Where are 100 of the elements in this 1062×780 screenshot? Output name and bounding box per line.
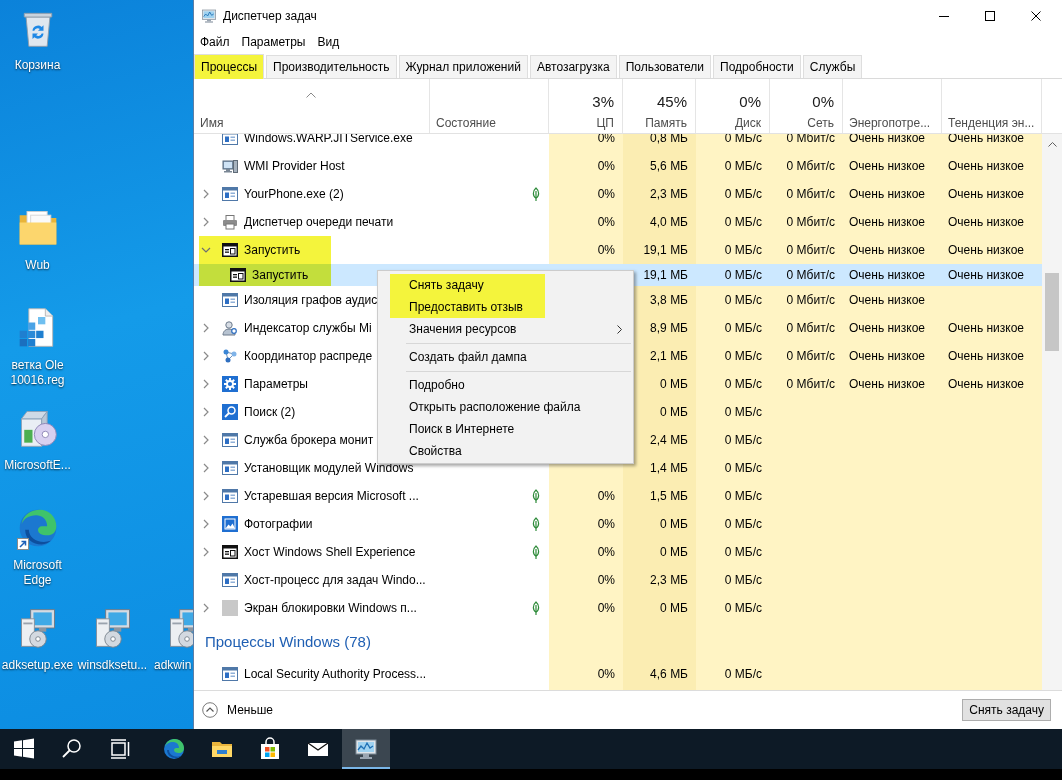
column-header[interactable]: Память: [645, 115, 687, 131]
process-name: Индексатор службы Mi: [244, 321, 372, 335]
column-header[interactable]: Тенденция эн...: [948, 115, 1038, 131]
table-cell-text: Очень низкое: [848, 377, 927, 391]
monitor-chart-icon[interactable]: [354, 737, 378, 761]
column-header[interactable]: Сеть: [807, 115, 834, 131]
column-header[interactable]: Состояние: [436, 115, 540, 131]
scrollbar[interactable]: [1042, 134, 1062, 690]
column-header[interactable]: Диск: [734, 115, 761, 131]
table-cell-text: 2,3 МБ: [649, 573, 689, 587]
column-header[interactable]: Энергопотре...: [849, 115, 938, 131]
table-cell-text: Очень низкое: [848, 215, 927, 229]
table-cell-text: 19,1 МБ: [642, 268, 689, 282]
table-cell-text: 0 МБ: [659, 601, 689, 615]
table-cell-text: 0%: [596, 243, 616, 257]
four-panes-icon[interactable]: [12, 737, 36, 761]
table-cell-text: 0 МБ: [659, 377, 689, 391]
tab[interactable]: Подробности: [713, 55, 801, 78]
table-cell-text: Очень низкое: [947, 377, 1026, 391]
table-cell-text: Очень низкое: [848, 268, 927, 282]
table-cell-text: 0 Мбит/с: [785, 377, 836, 391]
table-cell-text: Очень низкое: [947, 243, 1026, 257]
process-name: Устаревшая версия Microsoft ...: [244, 489, 419, 503]
tab[interactable]: Службы: [802, 55, 863, 78]
tab[interactable]: Процессы: [194, 54, 264, 79]
table-cell-text: 0 Мбит/с: [785, 187, 836, 201]
menu-bar-item[interactable]: Файл: [194, 33, 236, 51]
swirl-logo-icon[interactable]: [162, 737, 186, 761]
settings-icon: [222, 376, 238, 392]
process-name: Хост Windows Shell Experience: [244, 545, 416, 559]
maximize-icon[interactable]: [985, 11, 995, 21]
process-name: Параметры: [244, 377, 308, 391]
framed-window-icon: [222, 544, 238, 560]
context-menu-item[interactable]: Поиск в Интернете: [380, 418, 631, 440]
table-cell-text: 0 Мбит/с: [785, 268, 836, 282]
search-icon: [222, 404, 238, 420]
context-menu-item[interactable]: Значения ресурсов: [380, 318, 631, 340]
process-name: Windows.WARP.JITService.exe: [244, 134, 413, 145]
table-cell-text: 0 МБ/с: [723, 377, 763, 391]
tab[interactable]: Производительность: [266, 55, 397, 78]
close-icon[interactable]: [1031, 11, 1041, 21]
chevron-down-icon[interactable]: [201, 247, 211, 253]
framed-window-icon: [222, 242, 238, 258]
table-cell-text: 0 МБ/с: [723, 667, 763, 681]
chevron-up-icon[interactable]: [1047, 142, 1057, 147]
table-cell-text: 0 МБ/с: [723, 215, 763, 229]
context-menu-item[interactable]: Свойства: [380, 440, 631, 462]
chevron-right-icon[interactable]: [617, 324, 622, 334]
table-cell-text: 0 МБ: [659, 517, 689, 531]
process-name: Диспетчер очереди печати: [244, 215, 394, 229]
table-cell-text: 1,4 МБ: [649, 461, 689, 475]
table-cell-text: 0 МБ/с: [723, 545, 763, 559]
scrollbar-thumb[interactable]: [1045, 273, 1059, 351]
fewer-details-button[interactable]: Меньше: [202, 702, 273, 718]
window-icon: [222, 488, 238, 504]
table-cell-text: 0%: [596, 489, 616, 503]
tab[interactable]: Автозагрузка: [529, 55, 617, 78]
table-cell-text: Очень низкое: [848, 159, 927, 173]
square-icon: [222, 600, 238, 616]
table-cell-text: 0 МБ: [659, 405, 689, 419]
menu-bar-item[interactable]: Параметры: [235, 33, 312, 51]
table-cell-text: 0%: [596, 601, 616, 615]
process-name: YourPhone.exe (2): [244, 187, 344, 201]
column-header[interactable]: ЦП: [596, 115, 614, 131]
column-total: 0%: [739, 92, 761, 112]
table-cell-text: Очень низкое: [848, 349, 927, 363]
table-cell-text: Очень низкое: [947, 215, 1026, 229]
table-cell-text: 4,6 МБ: [649, 667, 689, 681]
tab[interactable]: Пользователи: [618, 55, 712, 78]
context-menu-item[interactable]: Открыть расположение файла: [380, 396, 631, 418]
table-cell-text: 0%: [596, 215, 616, 229]
table-cell-text: 0 МБ/с: [723, 405, 763, 419]
table-cell-text: 5,6 МБ: [649, 159, 689, 173]
table-cell-text: 4,0 МБ: [649, 215, 689, 229]
context-menu-item[interactable]: Подробно: [380, 374, 631, 396]
tab[interactable]: Журнал приложений: [398, 55, 528, 78]
shopping-bag-icon[interactable]: [258, 737, 282, 761]
circle-chevron-up-icon: [202, 702, 218, 718]
window-icon: [222, 460, 238, 476]
table-cell-text: Очень низкое: [947, 268, 1026, 282]
caret-up-icon[interactable]: [305, 92, 316, 98]
menu-bar-item[interactable]: Вид: [311, 33, 346, 51]
table-cell-text: 1,5 МБ: [649, 489, 689, 503]
table-cell-text: 0 МБ/с: [723, 268, 763, 282]
icon-label[interactable]: Корзина: [14, 58, 61, 73]
process-name: Установщик модулей Windows: [244, 461, 414, 475]
table-cell-text: 0 МБ/с: [723, 159, 763, 173]
stacked-windows-icon[interactable]: [108, 737, 132, 761]
column-total: 45%: [656, 92, 687, 112]
table-cell-text: 2,4 МБ: [649, 433, 689, 447]
end-task-button[interactable]: Снять задачу: [962, 699, 1051, 721]
table-cell-text: 0%: [596, 545, 616, 559]
table-cell-text: 2,1 МБ: [649, 349, 689, 363]
context-menu-item[interactable]: Создать файл дампа: [380, 346, 631, 368]
table-cell-text: 0 МБ: [659, 545, 689, 559]
taskbar-button[interactable]: [342, 729, 390, 769]
table-cell-text: 0 МБ/с: [723, 134, 763, 145]
table-cell-text: 0 МБ/с: [723, 187, 763, 201]
column-header[interactable]: Имя: [200, 115, 421, 131]
window-title: Диспетчер задач: [223, 9, 317, 23]
